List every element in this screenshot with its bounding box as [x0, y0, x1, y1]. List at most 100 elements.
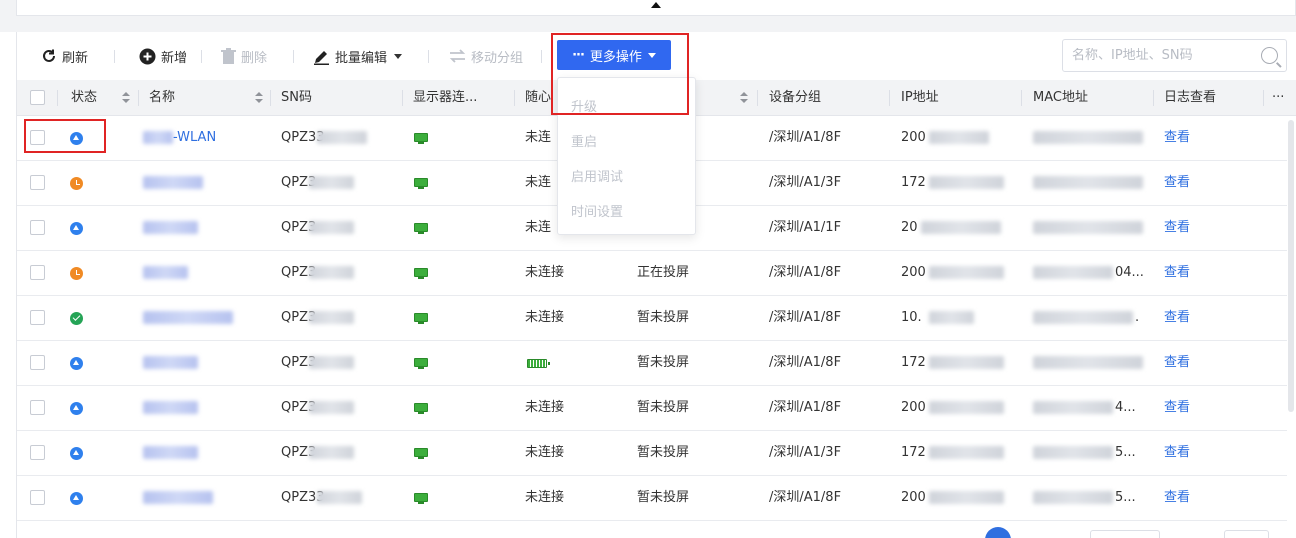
- move-group-button[interactable]: 移动分组: [449, 45, 523, 67]
- row-checkbox[interactable]: [30, 175, 45, 190]
- device-group-cell: /深圳/A1/8F: [769, 130, 842, 145]
- row-checkbox[interactable]: [30, 265, 45, 280]
- view-log-link[interactable]: 查看: [1164, 296, 1190, 340]
- table-row[interactable]: QPZ3 未连接 暂未投屏/深圳/A1/3F 172 5... 查看: [17, 431, 1287, 476]
- column-divider: [138, 90, 139, 106]
- batch-edit-button[interactable]: 批量编辑: [313, 45, 403, 67]
- companion-status-cell: 未连: [525, 175, 552, 190]
- view-log-link[interactable]: 查看: [1164, 431, 1190, 475]
- table-row[interactable]: QPZ3 暂未投屏/深圳/A1/8F 172 查看: [17, 341, 1287, 386]
- menu-item-time-settings[interactable]: 时间设置: [571, 201, 623, 220]
- device-group-cell: /深圳/A1/8F: [769, 490, 842, 505]
- redacted-mac: [1033, 311, 1133, 324]
- ip-cell: 20: [901, 220, 918, 235]
- screencast-status-cell: 正在投屏: [637, 265, 690, 280]
- monitor-icon: [414, 268, 428, 279]
- row-checkbox[interactable]: [30, 445, 45, 460]
- refresh-button[interactable]: 刷新: [41, 45, 88, 67]
- page-size-select[interactable]: [1090, 530, 1160, 538]
- companion-status-cell: 未连接: [525, 400, 565, 415]
- batch-edit-label: 批量编辑: [335, 50, 388, 66]
- screencast-status-cell: 暂未投屏: [637, 355, 690, 370]
- sort-icon[interactable]: [122, 92, 130, 104]
- ip-cell: 200: [901, 265, 926, 280]
- table-row[interactable]: QPZ3 未连接 正在投屏/深圳/A1/8F 200 04... 查看: [17, 251, 1287, 296]
- upgrade-arrow-icon: [70, 222, 83, 235]
- header-mac[interactable]: MAC地址: [1033, 80, 1088, 116]
- sort-icon[interactable]: [255, 92, 263, 104]
- header-group[interactable]: 设备分组: [769, 80, 821, 116]
- table-row[interactable]: QPZ3 未连接 暂未投屏/深圳/A1/8F 200 4... 查看: [17, 386, 1287, 431]
- companion-status-cell: 未连接: [525, 490, 565, 505]
- view-log-link[interactable]: 查看: [1164, 206, 1190, 250]
- companion-status-cell: 未连: [525, 220, 552, 235]
- plus-circle-icon: [139, 48, 156, 64]
- toolbar-divider: [293, 50, 294, 63]
- redacted-name: [143, 356, 198, 369]
- monitor-icon: [414, 313, 428, 324]
- redacted-ip: [929, 401, 1004, 414]
- header-sn[interactable]: SN码: [281, 80, 312, 116]
- view-log-link[interactable]: 查看: [1164, 476, 1190, 520]
- device-name-link[interactable]: -WLAN: [173, 116, 216, 160]
- table-scrollbar-thumb[interactable]: [1288, 120, 1294, 412]
- search-icon[interactable]: [1261, 47, 1278, 64]
- delete-button[interactable]: 删除: [221, 45, 267, 67]
- menu-item-restart[interactable]: 重启: [571, 131, 597, 150]
- search-box[interactable]: [1062, 39, 1287, 72]
- add-button[interactable]: 新增: [139, 45, 187, 67]
- redacted-ip: [929, 266, 1004, 279]
- header-status[interactable]: 状态: [71, 80, 97, 116]
- view-log-link[interactable]: 查看: [1164, 161, 1190, 205]
- refresh-label: 刷新: [62, 50, 89, 66]
- device-group-cell: /深圳/A1/3F: [769, 445, 842, 460]
- header-companion[interactable]: 随心: [525, 80, 551, 116]
- view-log-link[interactable]: 查看: [1164, 386, 1190, 430]
- column-settings-button[interactable]: ···: [1272, 80, 1284, 116]
- table-row[interactable]: QPZ3 未连接 暂未投屏/深圳/A1/8F 10.. 查看: [17, 296, 1287, 341]
- sort-icon[interactable]: [740, 92, 748, 104]
- battery-icon: [527, 359, 550, 368]
- select-all-checkbox[interactable]: [30, 90, 45, 105]
- row-checkbox[interactable]: [30, 220, 45, 235]
- redacted-name: [143, 311, 233, 324]
- upgrade-arrow-icon: [70, 447, 83, 460]
- collapse-arrow-icon[interactable]: [651, 2, 661, 8]
- toolbar-divider: [114, 50, 115, 63]
- search-input[interactable]: [1072, 48, 1252, 63]
- redacted-name: [143, 401, 198, 414]
- row-checkbox[interactable]: [30, 400, 45, 415]
- header-display[interactable]: 显示器连...: [413, 80, 477, 116]
- redacted-sn: [309, 311, 354, 324]
- row-checkbox[interactable]: [30, 355, 45, 370]
- view-log-link[interactable]: 查看: [1164, 341, 1190, 385]
- column-divider: [1263, 90, 1264, 106]
- page-jump-input[interactable]: [1224, 530, 1269, 538]
- redacted-name: [143, 446, 198, 459]
- row-checkbox[interactable]: [30, 310, 45, 325]
- ip-cell: 172: [901, 445, 926, 460]
- header-name[interactable]: 名称: [149, 80, 175, 116]
- trash-icon: [221, 47, 236, 64]
- ip-cell: 10.: [901, 310, 922, 325]
- table-row[interactable]: QPZ33 未连接 暂未投屏/深圳/A1/8F 200 5... 查看: [17, 476, 1287, 521]
- view-log-link[interactable]: 查看: [1164, 116, 1190, 160]
- redacted-mac: [1033, 221, 1143, 234]
- column-divider: [57, 90, 58, 106]
- column-divider: [1153, 90, 1154, 106]
- header-log[interactable]: 日志查看: [1164, 80, 1216, 116]
- upgrade-arrow-icon: [70, 492, 83, 505]
- move-group-label: 移动分组: [471, 50, 524, 66]
- view-log-link[interactable]: 查看: [1164, 251, 1190, 295]
- upgrade-arrow-icon: [70, 402, 83, 415]
- header-ip[interactable]: IP地址: [901, 80, 939, 116]
- check-circle-icon: [70, 312, 83, 325]
- menu-item-enable-debug[interactable]: 启用调试: [571, 166, 623, 185]
- redacted-mac: [1033, 491, 1113, 504]
- ip-cell: 200: [901, 130, 926, 145]
- row-checkbox[interactable]: [30, 490, 45, 505]
- monitor-icon: [414, 358, 428, 369]
- redacted-name: [143, 131, 173, 144]
- redacted-mac: [1033, 131, 1143, 144]
- redacted-name: [143, 266, 188, 279]
